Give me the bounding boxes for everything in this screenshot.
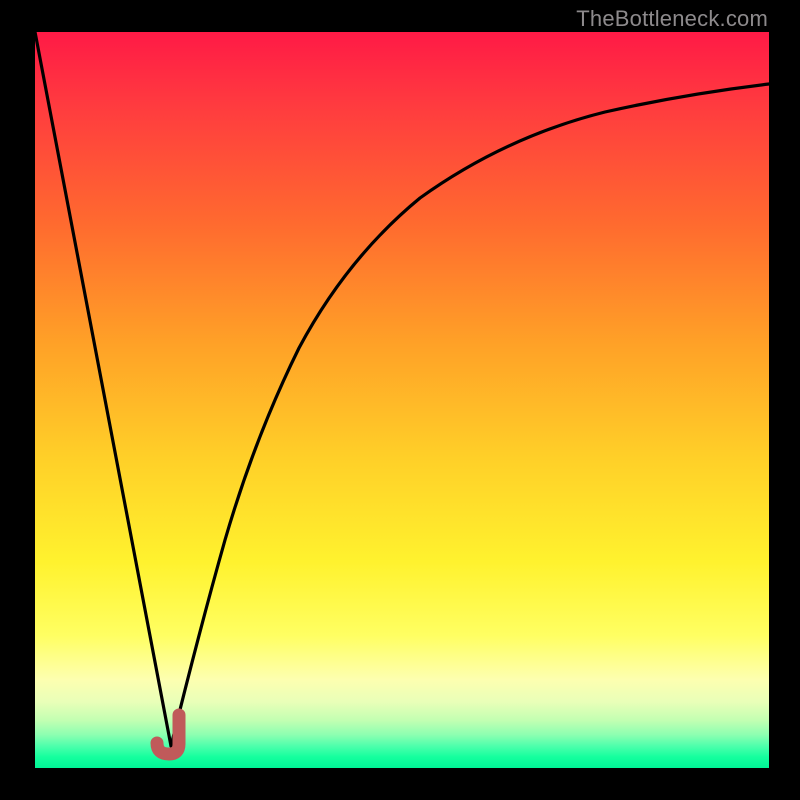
series-left-descent [35, 32, 171, 746]
chart-frame: TheBottleneck.com [0, 0, 800, 800]
plot-area [35, 32, 769, 768]
watermark-text: TheBottleneck.com [576, 6, 768, 32]
series-right-ascent [171, 84, 769, 746]
chart-curves-svg [35, 32, 769, 768]
